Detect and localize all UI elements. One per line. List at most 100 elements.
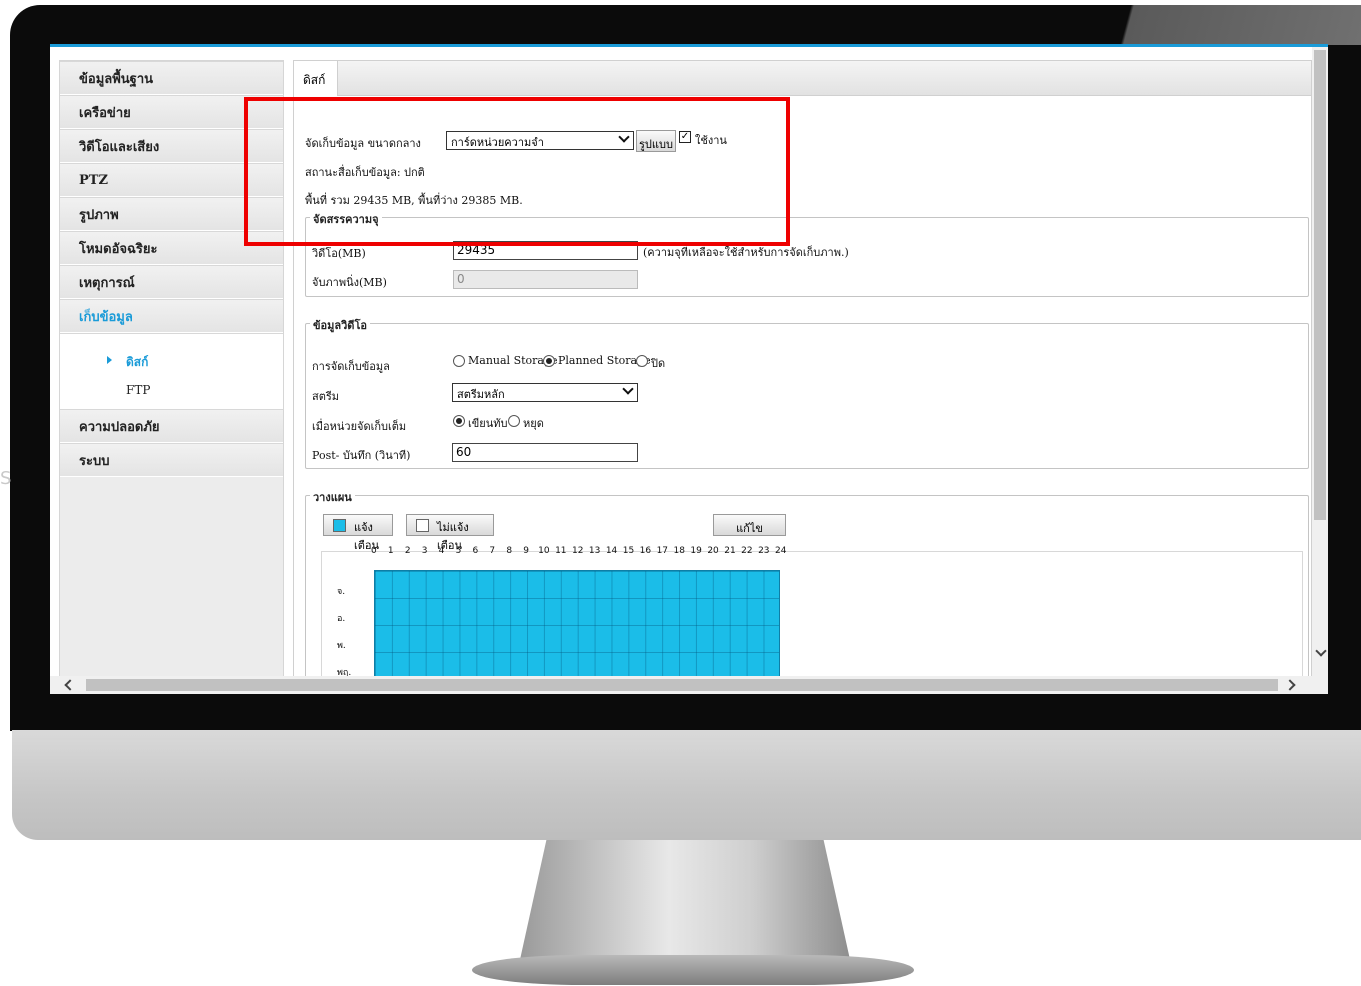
storage-submenu: ดิสก์ FTP [60,333,283,409]
chevron-right-icon[interactable] [1284,679,1296,691]
subitem-disk[interactable]: ดิสก์ [126,353,148,372]
video-capacity-label: วิดีโอ(MB) [312,247,366,260]
sidebar-item-system[interactable]: ระบบ [60,443,283,477]
background-letter: S [0,468,12,489]
vertical-scrollbar[interactable] [1312,47,1328,679]
storage-media-value: การ์ดหน่วยความจำ [451,136,544,149]
day-label: พ. [337,641,346,651]
hour-label: 5 [455,546,462,556]
hour-label: 7 [489,546,496,556]
schedule-grid-area: 0 1 2 3 4 5 6 7 8 9 10 11 12 13 14 15 16 17 18 19 20 21 22 23 24… [321,546,1303,694]
hour-label: 14 [605,546,618,556]
sidebar-item-label: ความปลอดภัย [79,419,160,435]
hour-label: 1 [387,546,394,556]
chevron-down-icon[interactable] [1315,645,1327,657]
sidebar-item-label: PTZ [79,172,108,188]
subitem-ftp[interactable]: FTP [126,383,150,397]
vertical-scroll-thumb[interactable] [1314,50,1326,520]
hour-label: 12 [572,546,584,556]
storage-media-select[interactable]: การ์ดหน่วยความจำ [446,131,634,150]
chevron-left-icon[interactable] [64,679,76,691]
video-storage-legend: ข้อมูลวิดีโอ [310,316,370,334]
bezel-gloss [1071,5,1361,45]
hour-label: 8 [506,546,513,556]
sidebar-item-label: ข้อมูลพื้นฐาน [79,71,154,87]
hour-label: 24 [775,546,787,556]
sidebar-item-network[interactable]: เครือข่าย [60,95,283,129]
hour-label: 20 [707,546,719,556]
stream-value: สตรีมหลัก [457,388,505,401]
sidebar-item-label: วิดีโอและเสียง [79,139,160,155]
caret-right-icon [107,356,112,364]
hour-label: 4 [438,546,445,556]
sidebar-item-label: โหมดอัจฉริยะ [79,241,158,257]
sidebar: ข้อมูลพื้นฐาน เครือข่าย วิดีโอและเสียง P… [59,60,284,680]
post-record-input[interactable]: 60 [452,443,638,462]
hour-label: 18 [673,546,685,556]
enable-checkbox[interactable]: ✓ [679,131,691,143]
sidebar-item-intelligent[interactable]: โหมดอัจฉริยะ [60,231,283,265]
storage-off-radio[interactable] [636,355,648,367]
monitor-stand-neck [520,840,850,960]
storage-full-label: เมื่อหน่วยจัดเก็บเต็ม [312,420,407,433]
sidebar-item-security[interactable]: ความปลอดภัย [60,409,283,443]
sidebar-item-label: ระบบ [79,453,110,469]
format-button[interactable]: รูปแบบ [636,130,676,152]
hour-label: 19 [690,546,702,556]
planned-storage-radio[interactable] [543,355,555,367]
storage-media-label: จัดเก็บข้อมูล ขนาดกลาง [305,137,421,150]
main-content: ดิสก์ จัดเก็บข้อมูล ขนาดกลาง การ์ดหน่วยค… [293,60,1312,694]
tab-bar: ดิสก์ [293,60,1312,97]
hour-label: 21 [724,546,736,556]
disk-settings-panel: จัดเก็บข้อมูล ขนาดกลาง การ์ดหน่วยความจำ … [293,96,1312,694]
hour-label: 23 [758,546,770,556]
stream-select[interactable]: สตรีมหลัก [452,383,638,402]
snapshot-capacity-input: 0 [453,270,638,289]
horizontal-scrollbar[interactable] [50,676,1328,694]
storage-off-label: ปิด [651,357,666,370]
hour-label: 3 [421,546,428,556]
video-capacity-note: (ความจุที่เหลือจะใช้สำหรับการจัดเก็บภาพ.… [643,246,849,259]
capacity-allocation-group: จัดสรรความจุ วิดีโอ(MB) 29435 (ความจุที่… [305,210,1309,297]
monitor-stand-base [472,955,914,985]
horizontal-scroll-thumb[interactable] [86,679,1278,691]
storage-mode-label: การจัดเก็บข้อมูล [312,360,390,373]
overwrite-radio[interactable] [453,415,465,427]
sidebar-item-image[interactable]: รูปภาพ [60,197,283,231]
top-accent-mark [562,44,652,47]
hour-label: 17 [656,546,669,556]
sidebar-item-events[interactable]: เหตุการณ์ [60,265,283,299]
stream-label: สตรีม [312,390,340,403]
disarmed-swatch-icon [416,519,429,532]
sidebar-item-label: เหตุการณ์ [79,275,135,291]
edit-schedule-button[interactable]: แก้ไข [713,514,786,536]
day-label: จ. [337,587,346,597]
hour-label: 9 [523,546,529,556]
hour-label: 15 [622,546,635,556]
tab-disk[interactable]: ดิสก์ [294,61,338,97]
sidebar-item-label: เครือข่าย [79,105,131,121]
armed-button[interactable]: แจ้งเตือน [323,514,393,552]
hour-label: 0 [371,546,377,556]
armed-swatch-icon [333,519,346,532]
manual-storage-radio[interactable] [453,355,465,367]
storage-status-text: สถานะสื่อเก็บข้อมูล: ปกติ [305,166,425,179]
storage-space-text: พื้นที่ รวม 29435 MB, พื้นที่ว่าง 29385 … [305,194,523,207]
hour-label: 13 [588,546,601,556]
sidebar-item-storage[interactable]: เก็บข้อมูล [60,299,283,333]
hour-label: 6 [472,546,479,556]
monitor-chin [12,730,1361,840]
overwrite-label: เขียนทับ [468,417,508,430]
day-label: อ. [337,614,346,624]
sidebar-item-label: รูปภาพ [79,207,119,223]
hour-label: 2 [404,546,411,556]
stop-radio[interactable] [508,415,520,427]
sidebar-item-basic[interactable]: ข้อมูลพื้นฐาน [60,61,283,95]
sidebar-item-video-audio[interactable]: วิดีโอและเสียง [60,129,283,163]
chevron-down-icon [622,383,634,395]
disarmed-button[interactable]: ไม่แจ้งเตือน [406,514,494,552]
hour-label: 22 [741,546,753,556]
video-capacity-input[interactable]: 29435 [453,241,638,260]
sidebar-item-ptz[interactable]: PTZ [60,163,283,197]
snapshot-capacity-label: จับภาพนิ่ง(MB) [312,276,387,289]
